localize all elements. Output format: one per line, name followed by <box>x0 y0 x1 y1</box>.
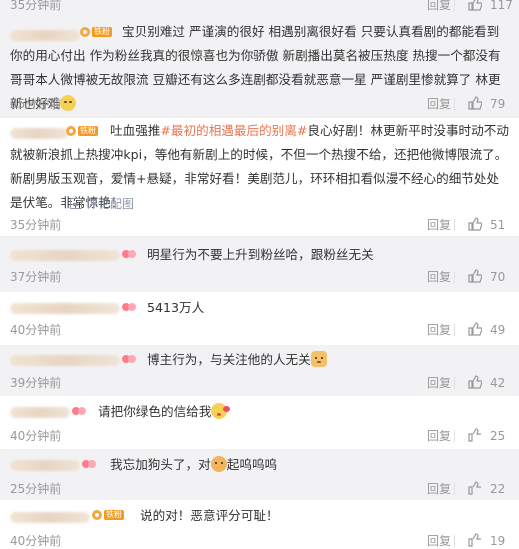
dog-emoji-icon <box>310 351 327 367</box>
row-divider <box>0 117 519 118</box>
like-count: 70 <box>490 270 506 284</box>
doge-emoji-icon <box>210 456 227 472</box>
hearts-icon <box>122 249 136 259</box>
image-icon <box>70 198 82 209</box>
heart-icon <box>92 510 102 520</box>
reply-link[interactable]: 回复 <box>427 322 451 338</box>
hashtag-link[interactable]: #最初的相遇最后的别离# <box>160 123 307 138</box>
badge-label: 铁粉 <box>104 510 124 520</box>
thumbs-up-icon[interactable] <box>468 533 482 547</box>
username[interactable] <box>10 407 70 418</box>
reply-link[interactable]: 回复 <box>427 533 451 549</box>
kiss-emoji-icon <box>211 403 231 419</box>
like-count: 42 <box>490 376 506 390</box>
fan-badge <box>72 406 86 416</box>
divider <box>454 98 455 110</box>
fan-badge <box>122 302 136 312</box>
tear-emoji-icon <box>60 95 77 111</box>
thumbs-up-icon[interactable] <box>468 269 482 283</box>
comment-text: 博主行为，与关注他的人无关 <box>147 348 327 372</box>
text-prefix: 吐血强推 <box>110 123 161 138</box>
timestamp: 37分钟前 <box>10 270 62 284</box>
like-count: 49 <box>490 323 506 337</box>
timestamp: 25分钟前 <box>10 482 62 496</box>
comment-text: 我忘加狗头了，对 起呜呜呜 <box>110 456 278 472</box>
comment-text: 5413万人 <box>147 300 205 315</box>
reply-link-prev[interactable]: 回复 <box>427 0 451 13</box>
thumbs-up-icon[interactable] <box>468 322 482 336</box>
timestamp: 35分钟前 <box>10 97 62 111</box>
username[interactable] <box>10 355 120 366</box>
divider <box>454 271 455 283</box>
thumbs-up-icon[interactable] <box>468 375 482 389</box>
thumbs-up-icon[interactable] <box>468 0 482 11</box>
hearts-icon <box>122 302 136 312</box>
divider <box>454 535 455 547</box>
timestamp: 40分钟前 <box>10 534 62 548</box>
reply-link[interactable]: 回复 <box>427 96 451 112</box>
timestamp: 40分钟前 <box>10 429 62 443</box>
divider <box>454 324 455 336</box>
username[interactable] <box>10 512 90 523</box>
hearts-icon <box>122 354 136 364</box>
comment-image-link[interactable]: 评论配图 <box>70 195 134 212</box>
comment-list: 35分钟前 回复 117 铁粉 宝贝别难过 严谨演的很好 相遇别离很好看 只要认… <box>0 0 519 549</box>
like-count: 22 <box>490 482 506 496</box>
like-count: 79 <box>490 97 506 111</box>
reply-link[interactable]: 回复 <box>427 481 451 497</box>
thumbs-up-icon[interactable] <box>468 481 482 495</box>
fan-badge <box>82 459 96 469</box>
fan-badge <box>122 249 136 259</box>
reply-link[interactable]: 回复 <box>427 217 451 233</box>
timestamp: 39分钟前 <box>10 376 62 390</box>
hearts-icon <box>82 459 96 469</box>
hearts-icon <box>72 406 86 416</box>
like-count: 25 <box>490 429 506 443</box>
comment-text: 说的对！恶意评分可耻！ <box>140 508 279 523</box>
timestamp-prev: 35分钟前 <box>10 0 62 12</box>
fan-badge <box>122 354 136 364</box>
thumbs-up-icon[interactable] <box>468 428 482 442</box>
timestamp: 40分钟前 <box>10 323 62 337</box>
thumbs-up-icon[interactable] <box>468 217 482 231</box>
like-count-prev: 117 <box>490 0 513 12</box>
reply-link[interactable]: 回复 <box>427 375 451 391</box>
like-count: 51 <box>490 218 506 232</box>
divider <box>454 219 455 231</box>
divider <box>454 430 455 442</box>
fan-badge: 铁粉 <box>92 510 124 520</box>
like-count: 19 <box>490 534 506 548</box>
username[interactable] <box>10 303 120 314</box>
username[interactable] <box>10 460 80 471</box>
reply-link[interactable]: 回复 <box>427 428 451 444</box>
thumbs-up-icon[interactable] <box>468 96 482 110</box>
divider <box>454 377 455 389</box>
divider <box>454 0 455 11</box>
timestamp: 35分钟前 <box>10 218 62 232</box>
divider <box>454 483 455 495</box>
reply-link[interactable]: 回复 <box>427 269 451 285</box>
username[interactable] <box>10 250 120 261</box>
comment-text: 明星行为不要上升到粉丝哈，跟粉丝无关 <box>147 247 374 262</box>
comment-text: 请把你绿色的信给我 <box>98 400 231 424</box>
